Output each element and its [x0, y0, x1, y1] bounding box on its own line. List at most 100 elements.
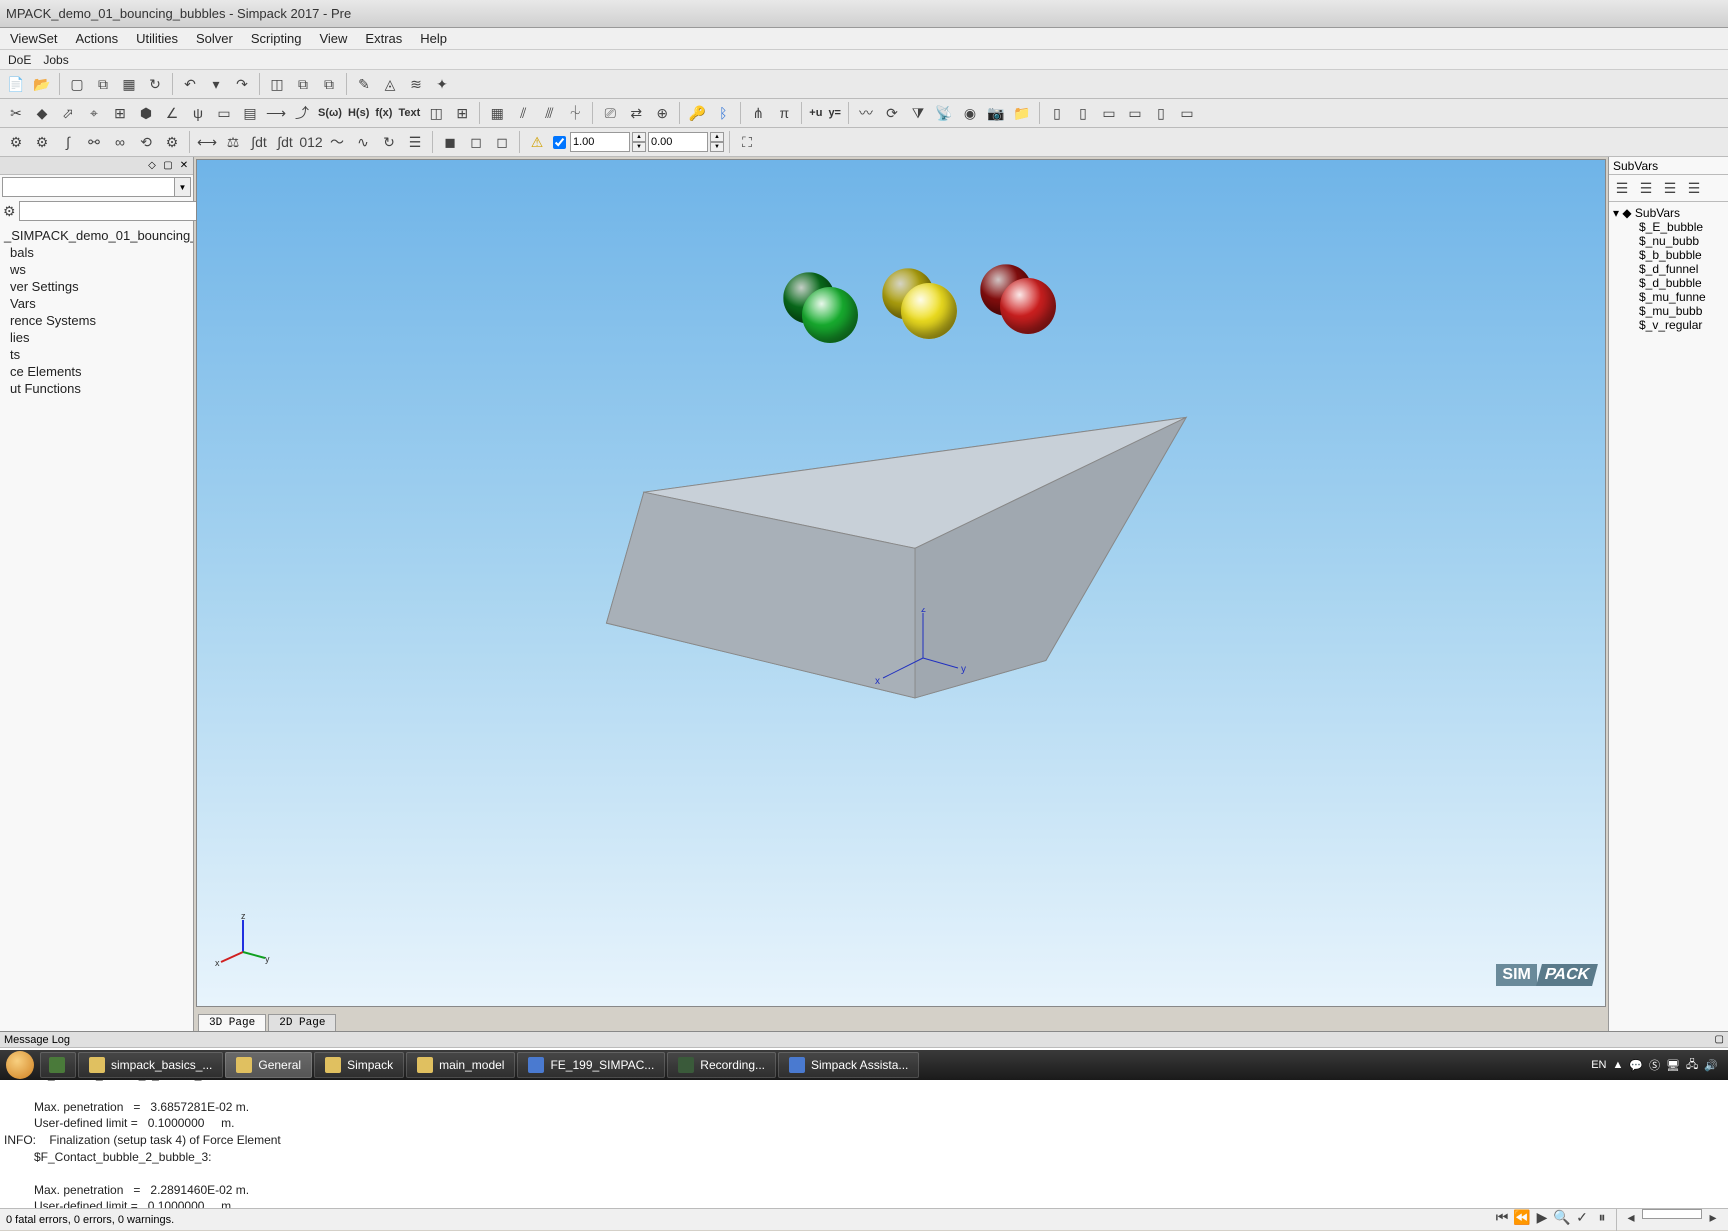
status-search-icon[interactable]: 🔍 [1553, 1209, 1571, 1227]
trident-icon[interactable]: ψ [186, 101, 210, 125]
tuning-fork-icon[interactable]: ⋔ [746, 101, 770, 125]
eraser-icon[interactable]: ◫ [424, 101, 448, 125]
tray-network-icon[interactable]: 🖧 [1686, 1056, 1698, 1075]
subvar-item[interactable]: $_mu_funne [1611, 290, 1726, 304]
jxdt2-icon[interactable]: ∫dt [247, 130, 271, 154]
tree-root[interactable]: _SIMPACK_demo_01_bouncing_bubbles [2, 227, 191, 244]
subvar-item[interactable]: $_nu_bubb [1611, 234, 1726, 248]
tray-display-icon[interactable]: 🖥 [1666, 1059, 1680, 1072]
chart2-icon[interactable]: ∿ [351, 130, 375, 154]
angle-icon[interactable]: ∠ [160, 101, 184, 125]
status-left-icon[interactable]: ◂ [1622, 1209, 1640, 1227]
taskbar-item[interactable]: FE_199_SIMPAC... [517, 1052, 665, 1078]
view1-icon[interactable]: ▯ [1045, 101, 1069, 125]
copy-icon[interactable]: ⧉ [91, 72, 115, 96]
subvars-view3-icon[interactable]: ☰ [1659, 177, 1681, 199]
gear2-icon[interactable]: ⚙ [30, 130, 54, 154]
undo-dropdown-icon[interactable]: ▾ [204, 72, 228, 96]
check1[interactable] [553, 136, 566, 149]
list-icon[interactable]: ☰ [403, 130, 427, 154]
subvars-view1-icon[interactable]: ☰ [1611, 177, 1633, 199]
box2-icon[interactable]: ⧉ [291, 72, 315, 96]
maximize-log-icon[interactable]: ▢ [1715, 1034, 1724, 1045]
menu-solver[interactable]: Solver [188, 29, 241, 48]
warning-icon[interactable]: ⚠ [525, 130, 549, 154]
view2-icon[interactable]: ▯ [1071, 101, 1095, 125]
undo-icon[interactable]: ↶ [178, 72, 202, 96]
tree-item[interactable]: ut Functions [2, 380, 191, 397]
menu-scripting[interactable]: Scripting [243, 29, 310, 48]
submenu-doe[interactable]: DoE [8, 53, 31, 67]
globe-icon[interactable]: ◉ [958, 101, 982, 125]
menu-help[interactable]: Help [412, 29, 455, 48]
numbers-icon[interactable]: 012 [299, 130, 323, 154]
tree-item[interactable]: ws [2, 261, 191, 278]
subvar-item[interactable]: $_b_bubble [1611, 248, 1726, 262]
view5-icon[interactable]: ▯ [1149, 101, 1173, 125]
status-first-icon[interactable]: ⏮ [1493, 1209, 1511, 1227]
gear-icon[interactable]: ⚙ [4, 130, 28, 154]
wand-icon[interactable]: ✎ [352, 72, 376, 96]
jxdt-icon[interactable]: ∫ [56, 130, 80, 154]
loop-icon[interactable]: ⟳ [880, 101, 904, 125]
screen-icon[interactable]: ⎚ [598, 101, 622, 125]
tree-view-combo[interactable]: ▼ [2, 177, 191, 197]
cogs-icon[interactable]: ⚙ [160, 130, 184, 154]
folder2-icon[interactable]: 📁 [1010, 101, 1034, 125]
view6-icon[interactable]: ▭ [1175, 101, 1199, 125]
subvar-item[interactable]: $_d_funnel [1611, 262, 1726, 276]
layers-icon[interactable]: ▤ [238, 101, 262, 125]
subvars-view4-icon[interactable]: ☰ [1683, 177, 1705, 199]
tree-item[interactable]: ver Settings [2, 278, 191, 295]
hatch3-icon[interactable]: ⫻ [537, 101, 561, 125]
spin1-buttons[interactable]: ▲▼ [632, 132, 646, 152]
fx-label[interactable]: f(x) [373, 107, 394, 119]
menu-utilities[interactable]: Utilities [128, 29, 186, 48]
tree-item[interactable]: bals [2, 244, 191, 261]
cube-iso-icon[interactable]: ◻ [490, 130, 514, 154]
tray-chat-icon[interactable]: 💬 [1629, 1059, 1643, 1072]
status-right-icon[interactable]: ▸ [1704, 1209, 1722, 1227]
filter-icon[interactable]: ⚙ [2, 201, 17, 221]
subvar-item[interactable]: $_mu_bubb [1611, 304, 1726, 318]
rotate-icon[interactable]: ⟲ [134, 130, 158, 154]
hs-label[interactable]: H(s) [346, 107, 371, 119]
y-label[interactable]: y= [826, 107, 843, 119]
tool-a-icon[interactable]: ✂ [4, 101, 28, 125]
chevron-down-icon[interactable]: ▼ [174, 178, 190, 196]
menu-actions[interactable]: Actions [67, 29, 126, 48]
new-icon[interactable]: 📄 [4, 72, 28, 96]
refresh-icon[interactable]: ↻ [143, 72, 167, 96]
sw-label[interactable]: S(ω) [316, 107, 344, 119]
pi-icon[interactable]: π [772, 101, 796, 125]
redo-icon[interactable]: ↷ [230, 72, 254, 96]
calendar-icon[interactable]: ▦ [117, 72, 141, 96]
tree-item[interactable]: ce Elements [2, 363, 191, 380]
box1-icon[interactable]: ◫ [265, 72, 289, 96]
spin2-input[interactable] [648, 132, 708, 152]
open-icon[interactable]: 📂 [30, 72, 54, 96]
jxdt3-icon[interactable]: ∫dt [273, 130, 297, 154]
model-tree[interactable]: _SIMPACK_demo_01_bouncing_bubbles bals w… [0, 223, 193, 1031]
cylinder-icon[interactable]: ⬢ [134, 101, 158, 125]
tray-volume-icon[interactable]: 🔊 [1704, 1059, 1718, 1072]
status-pause-icon[interactable]: ⏸ [1593, 1209, 1611, 1227]
maximize-icon[interactable]: ▢ [161, 159, 175, 173]
status-check-icon[interactable]: ✓ [1573, 1209, 1591, 1227]
taskbar-item[interactable]: Simpack Assista... [778, 1052, 919, 1078]
tray-skype-icon[interactable]: Ⓢ [1649, 1057, 1660, 1073]
subvars-view2-icon[interactable]: ☰ [1635, 177, 1657, 199]
subvar-item[interactable]: $_d_bubble [1611, 276, 1726, 290]
3d-viewport[interactable]: z x y z x y SIM [196, 159, 1606, 1007]
menu-extras[interactable]: Extras [357, 29, 410, 48]
tree-item[interactable]: rence Systems [2, 312, 191, 329]
status-prev-icon[interactable]: ⏪ [1513, 1209, 1531, 1227]
grid-icon[interactable]: ⊞ [450, 101, 474, 125]
loop2-icon[interactable]: ↻ [377, 130, 401, 154]
key-icon[interactable]: 🔑 [685, 101, 709, 125]
filter2-icon[interactable]: ⧩ [906, 101, 930, 125]
taskbar-item[interactable]: simpack_basics_... [78, 1052, 223, 1078]
taskbar-app[interactable] [40, 1052, 76, 1078]
subvars-root[interactable]: ▾ ◆ SubVars [1611, 206, 1726, 220]
spin1-input[interactable] [570, 132, 630, 152]
